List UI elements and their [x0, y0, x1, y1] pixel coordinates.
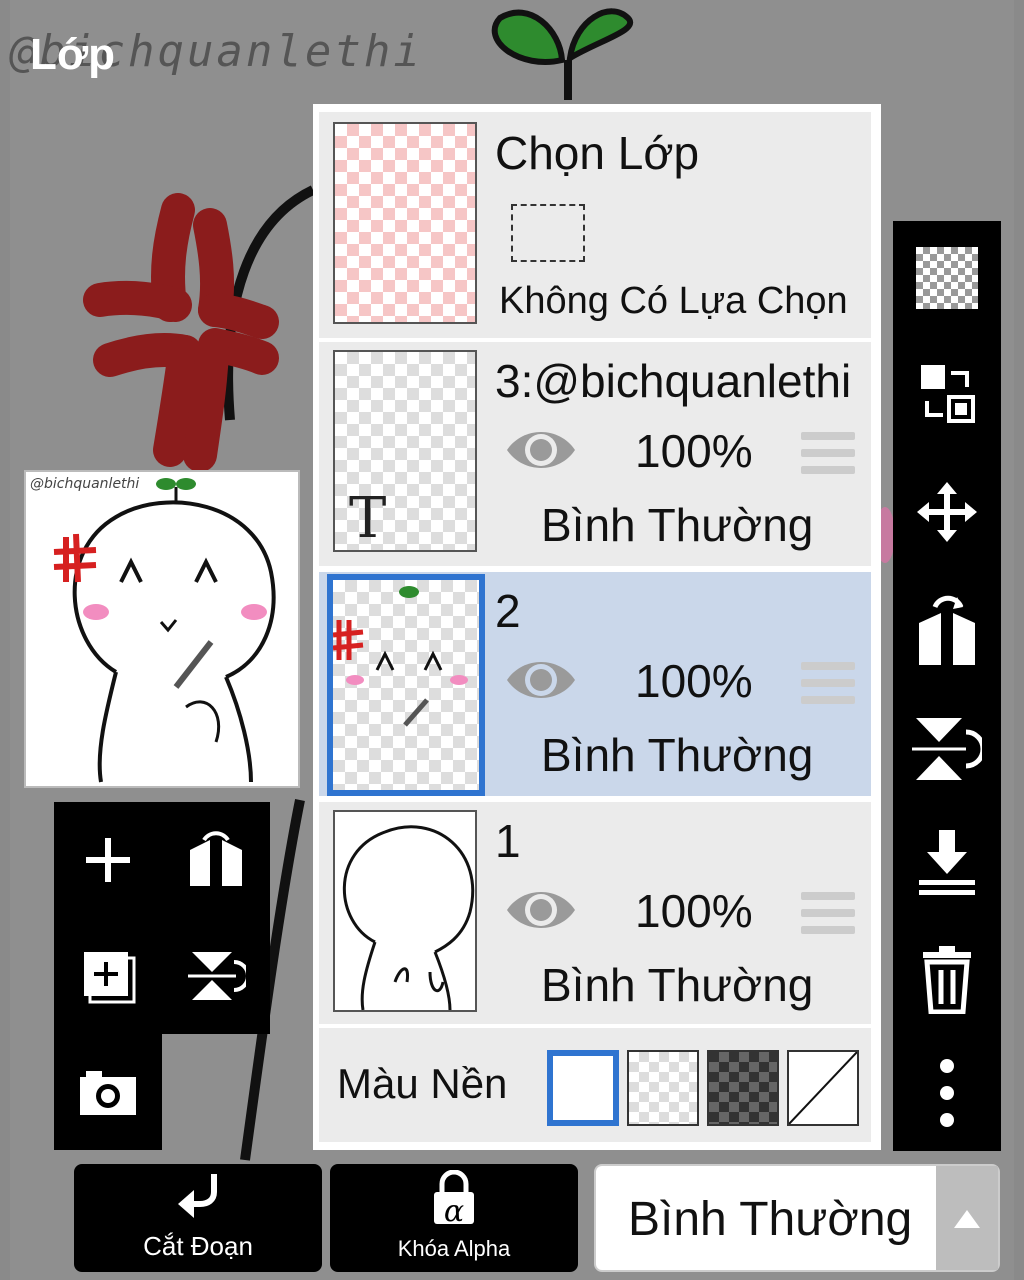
camera-icon: [80, 1071, 136, 1115]
layer-blend-mode: Bình Thường: [541, 499, 814, 551]
blend-mode-select[interactable]: Bình Thường: [594, 1164, 1000, 1272]
layer-blend-mode: Bình Thường: [541, 729, 814, 781]
selection-status: Không Có Lựa Chọn: [499, 280, 848, 322]
background-color-label: Màu Nền: [337, 1060, 508, 1107]
layer-name: 3:@bichquanlethi: [495, 355, 852, 407]
clip-arrow-icon: [178, 1174, 217, 1218]
visibility-eye-icon[interactable]: [503, 882, 579, 942]
move-button[interactable]: [893, 477, 1001, 547]
selection-marquee-icon: [511, 204, 585, 262]
text-layer-icon: T: [349, 486, 387, 551]
layer-opacity[interactable]: 100%: [635, 884, 753, 938]
page-title: Lớp: [30, 30, 116, 79]
anger-mark-drawing: [83, 193, 279, 472]
bottom-bar: Cắt Đoạn α Khóa Alpha Bình Thường: [0, 1164, 1024, 1280]
bg-swatch-transparent-light[interactable]: [627, 1050, 699, 1126]
add-layer-button[interactable]: [54, 802, 162, 918]
delete-layer-button[interactable]: [893, 939, 1001, 1019]
drag-handle-icon[interactable]: [801, 432, 855, 483]
drag-handle-icon[interactable]: [801, 892, 855, 943]
swap-layers-button[interactable]: [893, 359, 1001, 429]
alpha-glyph: α: [443, 1194, 465, 1229]
selection-layer-row[interactable]: Chọn Lớp Không Có Lựa Chọn: [319, 112, 871, 338]
clipping-label: Cắt Đoạn: [143, 1231, 253, 1261]
layer-thumbnail: [333, 810, 477, 1012]
flip-vertical-button-right[interactable]: [893, 709, 1001, 789]
layer-row[interactable]: 1 100% Bình Thường: [319, 802, 871, 1024]
flip-vertical-icon: [188, 952, 246, 1000]
preview-artwork: [53, 478, 276, 783]
duplicate-layer-button[interactable]: [54, 918, 162, 1034]
transparency-checker-button[interactable]: [893, 243, 1001, 313]
layer-thumbnail: T: [333, 350, 477, 552]
layer-blend-mode: Bình Thường: [541, 959, 814, 1011]
alpha-lock-label: Khóa Alpha: [397, 1236, 511, 1261]
swap-icon: [921, 365, 975, 423]
flip-horizontal-icon: [190, 831, 242, 888]
flip-vertical-icon: [912, 718, 982, 780]
merge-down-button[interactable]: [893, 821, 1001, 901]
selection-layer-thumbnail: [333, 122, 477, 324]
more-options-button[interactable]: [893, 1053, 1001, 1133]
selection-layer-title: Chọn Lớp: [495, 127, 700, 179]
layer-thumbnail: [327, 574, 485, 796]
flip-horizontal-button[interactable]: [162, 802, 270, 918]
layer-opacity[interactable]: 100%: [635, 654, 753, 708]
plus-icon: [86, 838, 130, 882]
drag-handle-icon[interactable]: [801, 662, 855, 713]
clipping-button[interactable]: Cắt Đoạn: [74, 1164, 322, 1272]
flip-vertical-button[interactable]: [162, 918, 270, 1034]
trash-icon: [923, 946, 971, 1014]
bg-swatch-white[interactable]: [547, 1050, 619, 1126]
layer-thumbnail-art: [332, 586, 468, 727]
blend-mode-value: Bình Thường: [628, 1193, 913, 1246]
layer-thumbnail-art: [342, 825, 475, 1011]
layer-panel: Chọn Lớp Không Có Lựa Chọn T 3:@bichquan…: [313, 104, 881, 1150]
alpha-lock-button[interactable]: α Khóa Alpha: [330, 1164, 578, 1272]
checker-icon: [916, 247, 978, 309]
layer-name: 2: [495, 585, 521, 637]
layer-row[interactable]: T 3:@bichquanlethi 100% Bình Thường: [319, 342, 871, 566]
merge-down-icon: [919, 830, 975, 895]
chevron-up-icon[interactable]: [936, 1166, 998, 1270]
layer-opacity[interactable]: 100%: [635, 424, 753, 478]
visibility-eye-icon[interactable]: [503, 652, 579, 712]
move-icon: [917, 482, 977, 542]
layer-name: 1: [495, 815, 521, 867]
bg-swatch-none[interactable]: [787, 1050, 859, 1126]
right-toolbar: [893, 221, 1001, 1151]
flip-horizontal-button-right[interactable]: [893, 591, 1001, 671]
camera-button[interactable]: [54, 1034, 162, 1150]
flip-horizontal-icon: [919, 595, 975, 665]
sprout-drawing: [491, 8, 634, 100]
bg-swatch-transparent-dark[interactable]: [707, 1050, 779, 1126]
duplicate-icon: [84, 952, 136, 1004]
canvas-preview[interactable]: @bichquanlethi: [24, 470, 300, 788]
background-color-row: Màu Nền: [319, 1028, 871, 1142]
layer-row-selected[interactable]: 2 100% Bình Thường: [319, 572, 871, 796]
visibility-eye-icon[interactable]: [503, 422, 579, 482]
more-vertical-icon: [940, 1059, 954, 1127]
